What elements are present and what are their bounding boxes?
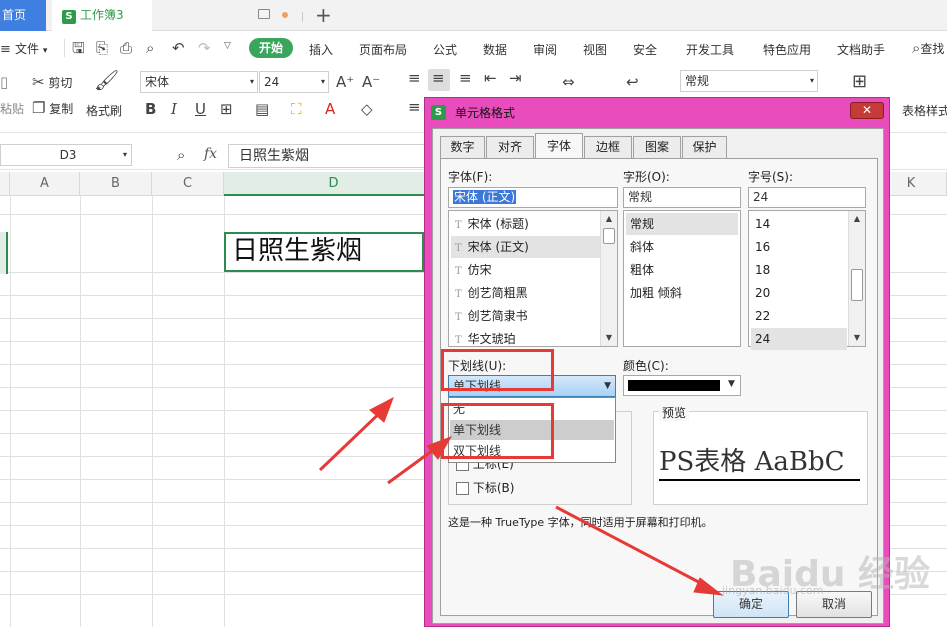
arrow-to-ok-line xyxy=(555,505,711,590)
baidu-watermark-url: jingyan.baidu.com xyxy=(722,584,824,597)
annotation-arrows xyxy=(318,396,724,596)
arrow-to-underline-line xyxy=(318,406,387,472)
arrow-to-options-head xyxy=(426,436,453,460)
